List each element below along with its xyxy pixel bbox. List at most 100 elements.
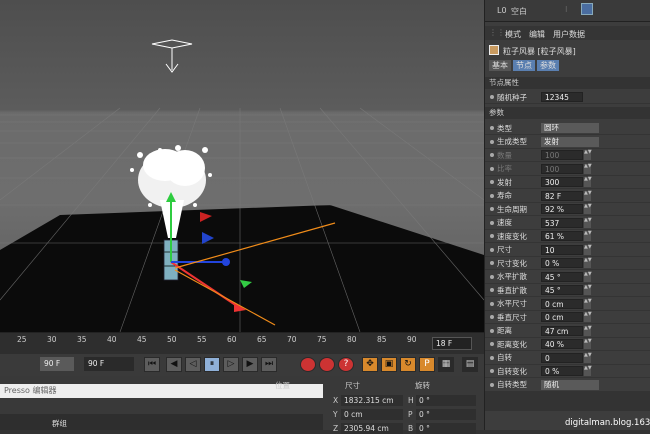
param-row[interactable]: 垂直尺寸 0 cm ▲▼ (485, 311, 650, 324)
param-row[interactable]: 比率 100 ▲▼ (485, 163, 650, 176)
param-row[interactable]: 垂直扩散 45 ° ▲▼ (485, 284, 650, 297)
spinner-arrows-icon[interactable]: ▲▼ (584, 217, 592, 228)
param-field[interactable]: 100 (541, 163, 583, 174)
param-row[interactable]: 距离变化 40 % ▲▼ (485, 338, 650, 351)
param-dot-icon[interactable] (490, 301, 494, 306)
param-dot-icon[interactable] (490, 274, 494, 279)
tab-edit[interactable]: 编辑 (529, 29, 545, 40)
param-dot-icon[interactable] (490, 315, 494, 319)
param-dot-icon[interactable] (490, 328, 494, 333)
param-row[interactable]: 自转类型 随机 (485, 379, 650, 392)
go-to-start-button[interactable]: ⏮ (144, 357, 160, 372)
param-field[interactable]: 45 ° (541, 285, 583, 295)
param-dot-icon[interactable] (490, 166, 494, 171)
param-row[interactable]: 水平扩散 45 ° ▲▼ (485, 271, 650, 284)
spinner-arrows-icon[interactable]: ▲▼ (584, 285, 592, 295)
param-row[interactable]: 发射 300 ▲▼ (485, 176, 650, 189)
param-dot-icon[interactable] (490, 153, 494, 157)
param-field[interactable]: 0 cm (541, 312, 583, 322)
spinner-arrows-icon[interactable]: ▲▼ (584, 312, 592, 322)
param-row[interactable]: 尺寸 10 ▲▼ (485, 244, 650, 257)
p-rotation-field[interactable]: 0 ° (416, 409, 476, 420)
subtab-node[interactable]: 节点 (513, 60, 535, 71)
param-field[interactable]: 47 cm (541, 325, 583, 336)
h-rotation-field[interactable]: 0 ° (416, 395, 476, 406)
param-row[interactable]: 类型 圆环 (485, 122, 650, 135)
param-row[interactable]: 距离 47 cm ▲▼ (485, 325, 650, 338)
param-field[interactable]: 100 (541, 150, 583, 160)
param-dot-icon[interactable] (490, 207, 494, 211)
param-row[interactable]: 速度 537 ▲▼ (485, 217, 650, 230)
param-row[interactable]: 自转变化 0 % ▲▼ (485, 365, 650, 378)
spinner-arrows-icon[interactable]: ▲▼ (584, 163, 592, 174)
param-field[interactable]: 61 % (541, 231, 583, 241)
param-dot-icon[interactable] (490, 247, 494, 252)
param-row[interactable]: 生命周期 92 % ▲▼ (485, 203, 650, 216)
film-icon[interactable]: ▤ (462, 357, 478, 372)
step-back-button[interactable]: ◀ (166, 357, 182, 372)
param-key-icon[interactable]: P (419, 357, 435, 372)
spinner-arrows-icon[interactable]: ▲▼ (584, 190, 592, 201)
y-position-field[interactable]: 0 cm (341, 409, 403, 420)
end-frame-field[interactable]: 90 F (84, 357, 134, 371)
param-row[interactable]: 寿命 82 F ▲▼ (485, 190, 650, 203)
param-field[interactable]: 45 ° (541, 271, 583, 282)
seed-field[interactable]: 12345 (541, 92, 583, 102)
spinner-arrows-icon[interactable]: ▲▼ (584, 244, 592, 255)
param-row[interactable]: 生成类型 发射 (485, 136, 650, 149)
play-backward-button[interactable]: ◁ (185, 357, 201, 372)
param-field[interactable]: 537 (541, 217, 583, 228)
param-field[interactable]: 300 (541, 177, 583, 187)
current-frame-field[interactable]: 18 F (432, 337, 472, 350)
param-dropdown[interactable]: 随机 (541, 379, 599, 390)
param-dot-icon[interactable] (490, 261, 494, 265)
param-dot-icon[interactable] (490, 193, 494, 198)
record-icon[interactable] (300, 357, 316, 372)
param-field[interactable]: 0 % (541, 258, 583, 268)
spinner-arrows-icon[interactable]: ▲▼ (584, 339, 592, 349)
object-item-label[interactable]: 空白 (511, 6, 527, 17)
move-key-icon[interactable]: ✥ (362, 357, 378, 372)
param-field[interactable]: 82 F (541, 190, 583, 201)
spinner-arrows-icon[interactable]: ▲▼ (584, 298, 592, 309)
keyframe-help-icon[interactable]: ? (338, 357, 354, 372)
start-frame-field[interactable]: 90 F (40, 357, 74, 371)
play-button[interactable]: ▷ (223, 357, 239, 372)
grid-icon[interactable]: ▦ (438, 357, 454, 372)
autokey-icon[interactable] (319, 357, 335, 372)
scale-key-icon[interactable]: ▣ (381, 357, 397, 372)
param-dot-icon[interactable] (490, 342, 494, 346)
spinner-arrows-icon[interactable]: ▲▼ (584, 150, 592, 160)
tab-user-data[interactable]: 用户数据 (553, 29, 585, 40)
visibility-dots-icon[interactable]: ⁝ (565, 5, 568, 14)
spinner-arrows-icon[interactable]: ▲▼ (584, 204, 592, 214)
spinner-arrows-icon[interactable]: ▲▼ (584, 352, 592, 363)
spinner-arrows-icon[interactable]: ▲▼ (584, 231, 592, 241)
b-rotation-field[interactable]: 0 ° (416, 423, 476, 434)
param-dot-icon[interactable] (490, 139, 494, 144)
param-dot-icon[interactable] (490, 355, 494, 360)
timeline-ruler[interactable]: 25 30 35 40 45 50 55 60 65 70 75 80 85 9… (0, 332, 484, 354)
param-field[interactable]: 0 (541, 352, 583, 363)
param-dot-icon[interactable] (490, 126, 494, 130)
spinner-arrows-icon[interactable]: ▲▼ (584, 366, 592, 376)
spinner-arrows-icon[interactable]: ▲▼ (584, 258, 592, 268)
param-row[interactable]: 数量 100 ▲▼ (485, 149, 650, 162)
tag-icon[interactable] (581, 3, 593, 15)
spinner-arrows-icon[interactable]: ▲▼ (584, 271, 592, 282)
param-dot-icon[interactable] (490, 234, 494, 238)
step-forward-button[interactable]: ▶ (242, 357, 258, 372)
param-dot-icon[interactable] (490, 369, 494, 373)
param-row[interactable]: 水平尺寸 0 cm ▲▼ (485, 298, 650, 311)
z-position-field[interactable]: 2305.94 cm (341, 423, 403, 434)
param-dot-icon[interactable] (490, 95, 494, 99)
param-dot-icon[interactable] (490, 220, 494, 225)
rotate-key-icon[interactable]: ↻ (400, 357, 416, 372)
param-row[interactable]: 速度变化 61 % ▲▼ (485, 230, 650, 243)
subtab-basic[interactable]: 基本 (489, 60, 511, 71)
spinner-arrows-icon[interactable]: ▲▼ (584, 325, 592, 336)
tab-mode[interactable]: 模式 (505, 29, 521, 40)
param-row[interactable]: 尺寸变化 0 % ▲▼ (485, 257, 650, 270)
param-dot-icon[interactable] (490, 382, 494, 387)
param-dropdown[interactable]: 发射 (541, 136, 599, 147)
